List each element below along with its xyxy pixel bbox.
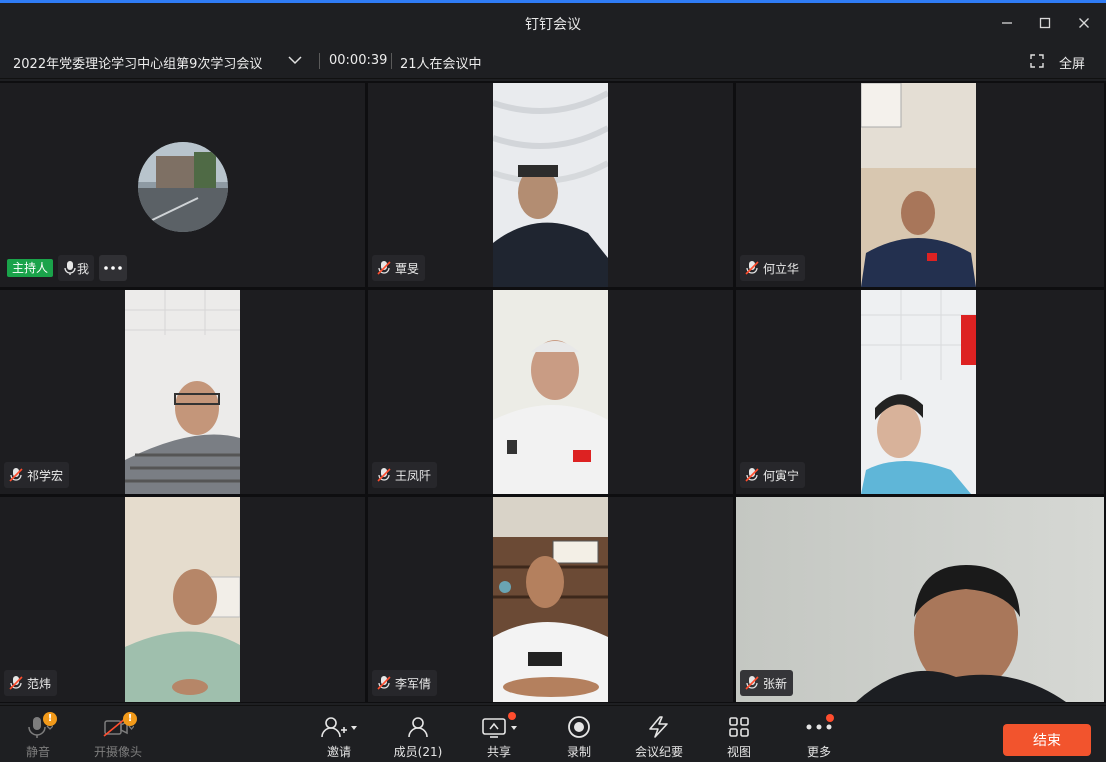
participant-name-label: 何立华 — [740, 255, 806, 281]
fullscreen-icon[interactable] — [1030, 54, 1044, 68]
participant-video — [861, 83, 976, 287]
participant-name: 覃旻 — [395, 261, 420, 276]
warning-badge: ! — [123, 712, 137, 726]
members-button[interactable]: 成员(21) — [383, 714, 453, 760]
microphone-icon — [64, 261, 76, 275]
warning-badge: ! — [43, 712, 57, 726]
maximize-icon — [1039, 17, 1051, 29]
mute-label: 静音 — [25, 745, 50, 759]
participant-video — [125, 290, 240, 494]
mic-muted-icon — [9, 468, 23, 482]
self-name: 我 — [77, 261, 90, 276]
video-tile[interactable]: 王凤阡 — [368, 290, 733, 494]
share-button[interactable]: 共享 — [464, 712, 534, 760]
close-button[interactable] — [1070, 9, 1098, 37]
participant-name: 范炜 — [27, 676, 52, 691]
more-dots-icon — [806, 724, 832, 730]
self-name-label: 我 — [58, 255, 95, 281]
meeting-title[interactable]: 2022年党委理论学习中心组第9次学习会议 — [13, 53, 262, 72]
participant-name: 张新 — [763, 676, 788, 691]
video-tile[interactable]: 何寅宁 — [736, 290, 1104, 494]
mic-muted-icon — [377, 676, 391, 690]
video-tile[interactable]: 李军倩 — [368, 497, 733, 702]
participant-video — [493, 83, 608, 287]
participant-name: 何寅宁 — [763, 468, 800, 483]
invite-button[interactable]: 邀请 — [304, 714, 374, 760]
grid-view-icon — [729, 717, 749, 737]
close-icon — [1079, 18, 1089, 28]
video-grid: 主持人 我 覃旻 何立华 祁学宏 王凤阡 何寅宁 范炜 李军倩 张新 — [0, 81, 1106, 703]
avatar — [138, 142, 228, 232]
participant-name-label: 何寅宁 — [740, 462, 806, 488]
meeting-info-bar: 2022年党委理论学习中心组第9次学习会议 00:00:39 21人在会议中 全… — [0, 43, 1106, 79]
title-bar: 钉钉会议 — [0, 3, 1106, 43]
more-dots-icon — [104, 266, 122, 270]
participant-name-label: 张新 — [740, 670, 794, 696]
video-tile[interactable]: 覃旻 — [368, 83, 733, 287]
minutes-label: 会议纪要 — [634, 745, 683, 759]
participant-video — [861, 290, 976, 494]
mic-muted-icon — [745, 468, 759, 482]
members-label: 成员(21) — [393, 745, 443, 759]
host-badge: 主持人 — [7, 259, 54, 277]
mic-muted-icon — [377, 468, 391, 482]
notification-dot — [508, 712, 516, 720]
participant-name: 李军倩 — [395, 676, 432, 691]
invite-label: 邀请 — [326, 745, 351, 759]
participant-video — [493, 290, 608, 494]
mic-muted-icon — [377, 261, 391, 275]
participant-video — [493, 497, 608, 702]
mute-button[interactable]: ! 静音 — [3, 712, 73, 760]
participant-name-label: 李军倩 — [372, 670, 438, 696]
meeting-timer: 00:00:39 — [329, 53, 388, 68]
participant-name: 何立华 — [763, 261, 800, 276]
participant-name-label: 范炜 — [4, 670, 58, 696]
minutes-button[interactable]: 会议纪要 — [624, 714, 694, 760]
camera-label: 开摄像头 — [93, 745, 142, 759]
minimize-button[interactable] — [993, 9, 1021, 37]
record-icon — [568, 716, 590, 738]
video-tile[interactable]: 张新 — [736, 497, 1104, 702]
video-tile[interactable]: 祁学宏 — [0, 290, 365, 494]
tile-more-button[interactable] — [99, 255, 127, 281]
divider — [391, 53, 392, 69]
share-label: 共享 — [486, 745, 511, 759]
camera-button[interactable]: ! 开摄像头 — [83, 712, 153, 760]
meeting-toolbar: ! 静音 ! 开摄像头 邀请 成员(21) 共享 录制 会议纪要 视图 更多 结… — [0, 705, 1106, 762]
participant-name-label: 覃旻 — [372, 255, 426, 281]
more-label: 更多 — [806, 745, 831, 759]
participant-video — [125, 497, 240, 702]
view-label: 视图 — [726, 745, 751, 759]
video-tile-self[interactable]: 主持人 我 — [0, 83, 365, 287]
end-meeting-button[interactable]: 结束 — [1003, 724, 1091, 756]
mic-muted-icon — [9, 676, 23, 690]
mic-muted-icon — [745, 261, 759, 275]
members-icon — [408, 717, 428, 738]
more-button[interactable]: 更多 — [784, 714, 854, 760]
participant-count: 21人在会议中 — [400, 57, 482, 72]
participant-name-label: 王凤阡 — [372, 462, 438, 488]
view-button[interactable]: 视图 — [704, 714, 774, 760]
lightning-icon — [649, 716, 668, 738]
video-tile[interactable]: 范炜 — [0, 497, 365, 702]
participant-name: 祁学宏 — [27, 468, 64, 483]
fullscreen-button[interactable]: 全屏 — [1059, 53, 1085, 72]
participant-name: 王凤阡 — [395, 468, 432, 483]
notification-dot — [826, 714, 834, 722]
divider — [319, 53, 320, 69]
participant-name-label: 祁学宏 — [4, 462, 70, 488]
record-label: 录制 — [566, 745, 591, 759]
add-user-icon — [321, 717, 357, 738]
chevron-down-icon[interactable] — [288, 55, 302, 65]
video-tile[interactable]: 何立华 — [736, 83, 1104, 287]
record-button[interactable]: 录制 — [544, 714, 614, 760]
maximize-button[interactable] — [1031, 9, 1059, 37]
window-title: 钉钉会议 — [525, 17, 581, 33]
minimize-icon — [1002, 22, 1012, 24]
mic-muted-icon — [745, 676, 759, 690]
